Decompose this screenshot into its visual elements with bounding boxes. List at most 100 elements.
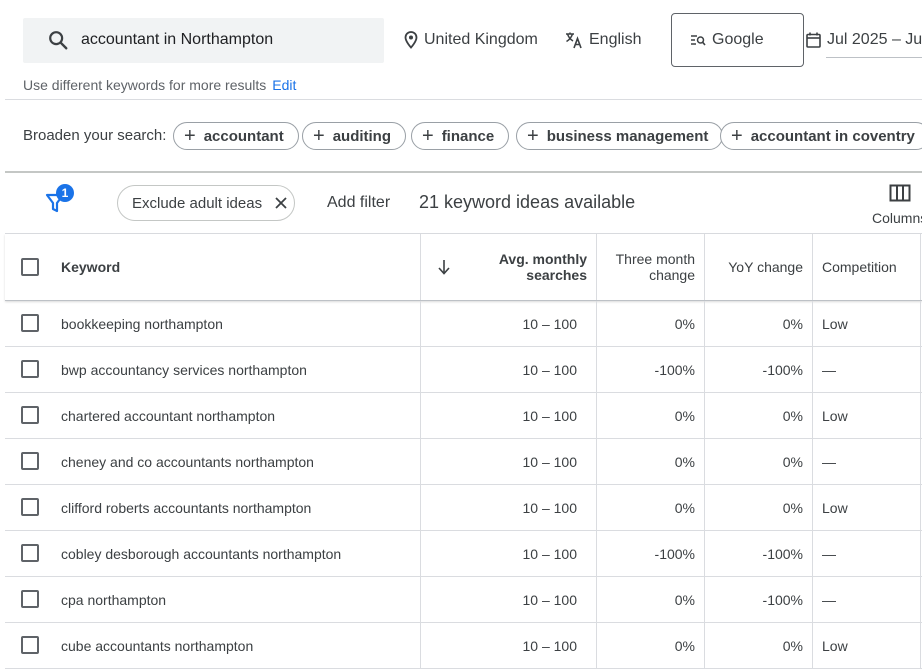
three-month-change-cell: 0% (674, 454, 695, 470)
columns-icon[interactable] (889, 184, 911, 202)
column-divider (920, 234, 921, 300)
table-row[interactable]: chartered accountant northampton 10 – 10… (5, 393, 922, 439)
table-row[interactable]: cpa northampton 10 – 100 0% -100% — (5, 577, 922, 623)
competition-cell: Low (822, 316, 848, 332)
yoy-change-cell: -100% (762, 362, 803, 378)
columns-button-label[interactable]: Columns (872, 210, 922, 226)
filter-chip-label: Exclude adult ideas (132, 194, 263, 212)
avg-monthly-searches-cell: 10 – 100 (522, 592, 578, 608)
filter-count-badge: 1 (56, 184, 74, 202)
column-header-competition[interactable]: Competition (822, 234, 897, 300)
three-month-change-cell: 0% (674, 638, 695, 654)
row-checkbox[interactable] (21, 360, 39, 378)
broaden-chip-business-management[interactable]: + business management (516, 122, 724, 150)
language-selector[interactable]: English (565, 30, 641, 50)
avg-monthly-searches-cell: 10 – 100 (522, 454, 578, 470)
keyword-cell: cpa northampton (61, 592, 167, 608)
keyword-cell: cube accountants northampton (61, 638, 254, 654)
location-selector[interactable]: United Kingdom (404, 30, 538, 50)
row-checkbox[interactable] (21, 498, 39, 516)
column-divider (420, 485, 421, 531)
column-divider (812, 623, 813, 669)
table-row[interactable]: cheney and co accountants northampton 10… (5, 439, 922, 485)
language-label: English (589, 31, 642, 48)
column-divider (920, 347, 921, 393)
row-checkbox[interactable] (21, 636, 39, 654)
plus-icon: + (184, 125, 196, 147)
avg-monthly-searches-cell: 10 – 100 (522, 316, 578, 332)
column-divider (420, 577, 421, 623)
keyword-cell: bookkeeping northampton (61, 316, 223, 332)
column-divider (420, 531, 421, 577)
column-divider (920, 301, 921, 347)
search-icon (49, 31, 68, 50)
close-icon[interactable] (274, 196, 288, 210)
keyword-ideas-count: 21 keyword ideas available (419, 192, 636, 212)
keyword-cell: cheney and co accountants northampton (61, 454, 314, 470)
chip-label: auditing (332, 127, 392, 145)
column-divider (812, 531, 813, 577)
broaden-chip-accountant-in-coventry[interactable]: + accountant in coventry (720, 122, 922, 150)
row-checkbox[interactable] (21, 406, 39, 424)
row-checkbox[interactable] (21, 590, 39, 608)
search-network-selector[interactable]: Google (671, 13, 804, 67)
date-range-selector[interactable]: Jul 2025 – Jun (806, 30, 922, 50)
table-row[interactable]: bookkeeping northampton 10 – 100 0% 0% L… (5, 301, 922, 347)
column-divider (920, 623, 921, 669)
column-divider (812, 347, 813, 393)
broaden-chip-accountant[interactable]: + accountant (173, 122, 299, 150)
yoy-change-cell: 0% (782, 316, 803, 332)
plus-icon: + (527, 125, 539, 147)
column-divider (420, 393, 421, 439)
three-month-change-cell: 0% (674, 592, 695, 608)
column-divider (812, 439, 813, 485)
column-divider (812, 301, 813, 347)
search-network-label: Google (712, 31, 764, 48)
edit-keywords-link[interactable]: Edit (272, 77, 296, 93)
filter-chip-exclude-adult[interactable]: Exclude adult ideas (117, 185, 295, 221)
search-network-icon (691, 35, 706, 46)
avg-monthly-searches-cell: 10 – 100 (522, 546, 578, 562)
keyword-search-box[interactable]: accountant in Northampton (23, 18, 384, 63)
column-header-yoy-change[interactable]: YoY change (705, 234, 803, 300)
date-range-label: Jul 2025 – Jun (827, 31, 922, 48)
column-divider (420, 234, 421, 300)
add-filter-button[interactable]: Add filter (327, 194, 390, 212)
row-checkbox[interactable] (21, 314, 39, 332)
three-month-change-cell: 0% (674, 316, 695, 332)
column-header-keyword[interactable]: Keyword (61, 234, 120, 300)
competition-cell: Low (822, 638, 848, 654)
table-row[interactable]: bwp accountancy services northampton 10 … (5, 347, 922, 393)
table-row[interactable]: cube accountants northampton 10 – 100 0%… (5, 623, 922, 669)
select-all-checkbox[interactable] (21, 258, 39, 276)
chip-label: accountant in coventry (750, 127, 915, 145)
row-checkbox[interactable] (21, 452, 39, 470)
competition-cell: — (822, 546, 836, 562)
column-divider (812, 485, 813, 531)
date-range-underline (826, 57, 922, 58)
column-header-avg-monthly-searches[interactable]: Avg. monthly searches (475, 234, 587, 300)
competition-cell: Low (822, 408, 848, 424)
column-divider (812, 577, 813, 623)
sort-descending-icon[interactable] (437, 259, 451, 275)
broaden-chip-finance[interactable]: + finance (411, 122, 510, 150)
broaden-chip-auditing[interactable]: + auditing (302, 122, 407, 150)
column-divider (920, 531, 921, 577)
row-checkbox[interactable] (21, 544, 39, 562)
keyword-cell: clifford roberts accountants northampton (61, 500, 312, 516)
translate-icon (566, 32, 582, 49)
table-row[interactable]: clifford roberts accountants northampton… (5, 485, 922, 531)
three-month-change-cell: -100% (654, 546, 695, 562)
column-header-three-month-change[interactable]: Three month change (597, 234, 695, 300)
yoy-change-cell: 0% (782, 500, 803, 516)
location-label: United Kingdom (424, 31, 538, 48)
hint-text: Use different keywords for more results (23, 77, 267, 93)
table-header: Keyword Avg. monthly searches Three mont… (5, 234, 922, 301)
yoy-change-cell: -100% (762, 546, 803, 562)
table-row[interactable]: cobley desborough accountants northampto… (5, 531, 922, 577)
avg-monthly-searches-cell: 10 – 100 (522, 500, 578, 516)
avg-monthly-searches-cell: 10 – 100 (522, 362, 578, 378)
location-pin-icon (404, 31, 418, 49)
keyword-cell: chartered accountant northampton (61, 408, 276, 424)
chip-label: accountant (203, 127, 284, 145)
